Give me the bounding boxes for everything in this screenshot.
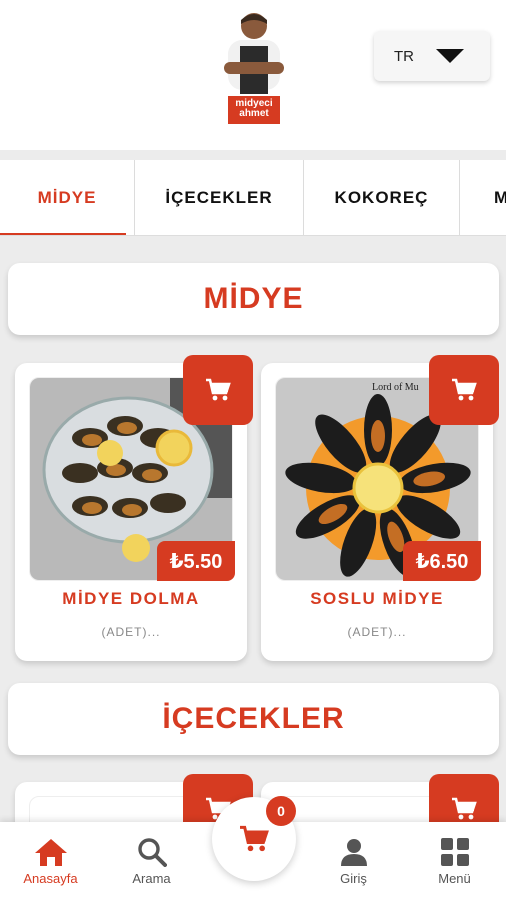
nav-menu[interactable]: Menü [404,822,505,900]
cart-icon [240,825,269,852]
tab-icecekler[interactable]: İÇECEKLER [135,160,304,235]
nav-label: Menü [438,870,471,886]
header: midyeci ahmet TR [0,0,506,150]
section-title-text: MİDYE [203,282,304,315]
search-icon [137,837,167,867]
product-name: SOSLU MİDYE [310,589,444,608]
logo-text-bottom: ahmet [239,108,269,119]
tab-label: İÇECEKLER [165,188,273,207]
nav-search[interactable]: Arama [101,822,202,900]
cart-count-badge: 0 [266,796,296,826]
product-card[interactable]: Lord of Mu ₺6.50 SOSLU MİDYE (ADET)... [261,355,499,661]
nav-label: Anasayfa [23,870,78,886]
product-description: (ADET)... [347,625,407,639]
grid-icon [440,837,469,866]
nav-home[interactable]: Anasayfa [0,822,101,900]
tab-kokorec[interactable]: KOKOREÇ [304,160,460,235]
brand-logo[interactable]: midyeci ahmet [214,6,294,126]
tab-label: KOKOREÇ [334,188,429,207]
section-title-text: İÇECEKLER [162,702,345,735]
section-title-midye: MİDYE [8,263,499,335]
tab-more[interactable]: M [460,160,506,235]
image-caption: Lord of Mu [372,382,419,393]
tab-label: M [494,188,506,208]
product-card[interactable]: ₺5.50 MİDYE DOLMA (ADET)... [15,355,253,661]
home-icon [34,838,67,866]
price-tag: ₺6.50 [403,541,481,581]
tab-label: MİDYE [37,188,97,207]
language-selector[interactable]: TR [374,31,490,81]
section-title-icecekler: İÇECEKLER [8,683,499,755]
category-tabs: MİDYE İÇECEKLER KOKOREÇ M [0,160,506,236]
tab-midye[interactable]: MİDYE [0,160,135,235]
cart-icon [452,378,477,401]
nav-label: Giriş [340,870,367,886]
user-icon [340,838,367,866]
dropdown-arrow-icon [436,49,464,63]
product-name: MİDYE DOLMA [62,589,200,608]
cart-icon [206,378,231,401]
nav-login[interactable]: Giriş [303,822,404,900]
price-tag: ₺5.50 [157,541,235,581]
language-value: TR [394,47,414,65]
nav-label: Arama [132,870,171,886]
add-to-cart-button[interactable] [183,355,253,425]
cart-icon [452,797,477,820]
add-to-cart-button[interactable] [429,355,499,425]
product-description: (ADET)... [101,625,161,639]
